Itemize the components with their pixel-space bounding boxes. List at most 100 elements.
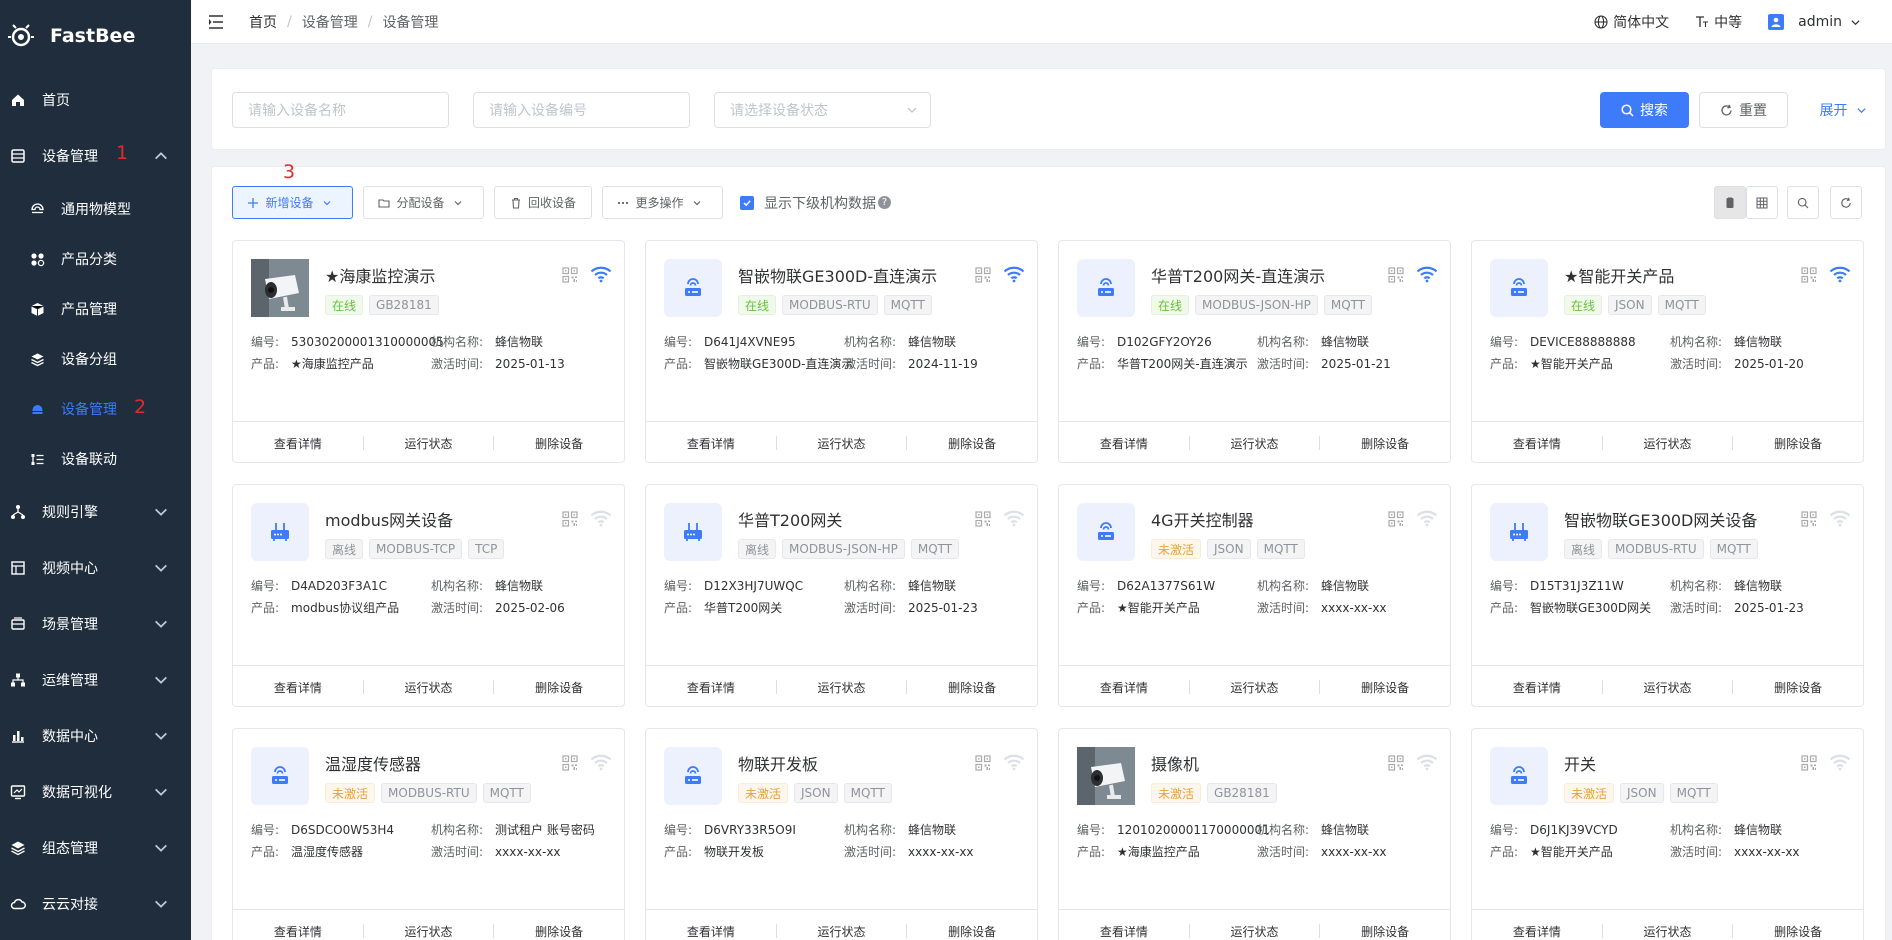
device-name[interactable]: 开关	[1564, 751, 1596, 775]
delete-device-button[interactable]: 删除设备	[1320, 679, 1450, 696]
font-size-switch[interactable]: 中等	[1695, 12, 1742, 32]
qrcode-icon[interactable]	[1388, 755, 1404, 771]
device-name[interactable]: 智嵌物联GE300D网关设备	[1564, 507, 1757, 531]
view-detail-button[interactable]: 查看详情	[233, 435, 363, 452]
running-status-button[interactable]: 运行状态	[777, 923, 907, 940]
sidebar-subitem-product[interactable]: 产品管理	[0, 284, 191, 334]
qrcode-icon[interactable]	[1801, 267, 1817, 283]
delete-device-button[interactable]: 删除设备	[1733, 435, 1863, 452]
device-number: 编号: 12010200001170000001	[1077, 821, 1270, 838]
reset-button[interactable]: 重置	[1699, 92, 1788, 128]
view-detail-button[interactable]: 查看详情	[1472, 679, 1602, 696]
assign-device-button[interactable]: 分配设备	[363, 186, 484, 219]
delete-device-button[interactable]: 删除设备	[494, 923, 624, 940]
sidebar-item-device-manage[interactable]: 设备管理 1	[0, 128, 191, 184]
view-detail-button[interactable]: 查看详情	[233, 679, 363, 696]
device-name[interactable]: 4G开关控制器	[1151, 507, 1254, 531]
view-detail-button[interactable]: 查看详情	[1472, 435, 1602, 452]
running-status-button[interactable]: 运行状态	[777, 435, 907, 452]
refresh-button[interactable]	[1830, 186, 1862, 219]
sidebar-item-data-vis[interactable]: 数据可视化	[0, 764, 191, 820]
sidebar-item-rule-engine[interactable]: 规则引擎	[0, 484, 191, 540]
view-detail-button[interactable]: 查看详情	[1059, 923, 1189, 940]
qrcode-icon[interactable]	[975, 755, 991, 771]
delete-device-button[interactable]: 删除设备	[494, 435, 624, 452]
view-detail-button[interactable]: 查看详情	[1059, 435, 1189, 452]
breadcrumb-home[interactable]: 首页	[249, 12, 277, 32]
running-status-button[interactable]: 运行状态	[364, 435, 494, 452]
folder-icon	[378, 197, 396, 209]
qrcode-icon[interactable]	[1801, 511, 1817, 527]
status-badge: 离线	[1564, 539, 1603, 559]
qrcode-icon[interactable]	[562, 755, 578, 771]
expand-button[interactable]: 展开	[1811, 92, 1881, 128]
sidebar-item-video-center[interactable]: 视频中心	[0, 540, 191, 596]
device-name[interactable]: 华普T200网关	[738, 507, 842, 531]
show-sub-org-checkbox[interactable]: 显示下级机构数据 ?	[740, 186, 891, 219]
device-status-select[interactable]: 请选择设备状态	[714, 92, 931, 128]
running-status-button[interactable]: 运行状态	[1603, 923, 1733, 940]
sidebar-item-data-center[interactable]: 数据中心	[0, 708, 191, 764]
view-detail-button[interactable]: 查看详情	[233, 923, 363, 940]
running-status-button[interactable]: 运行状态	[1190, 923, 1320, 940]
qrcode-icon[interactable]	[975, 511, 991, 527]
sidebar-subitem-group[interactable]: 设备分组	[0, 334, 191, 384]
help-icon[interactable]: ?	[878, 196, 891, 209]
sidebar-item-scada[interactable]: 组态管理	[0, 820, 191, 876]
device-name[interactable]: ★海康监控演示	[325, 263, 435, 287]
device-name-input[interactable]: 请输入设备名称	[232, 92, 449, 128]
device-name[interactable]: 摄像机	[1151, 751, 1199, 775]
running-status-button[interactable]: 运行状态	[364, 679, 494, 696]
delete-device-button[interactable]: 删除设备	[1733, 679, 1863, 696]
delete-device-button[interactable]: 删除设备	[494, 679, 624, 696]
qrcode-icon[interactable]	[562, 267, 578, 283]
delete-device-button[interactable]: 删除设备	[1733, 923, 1863, 940]
view-detail-button[interactable]: 查看详情	[1059, 679, 1189, 696]
search-button[interactable]: 搜索	[1600, 92, 1689, 128]
sidebar-subitem-device[interactable]: 设备管理 2	[0, 384, 191, 434]
recycle-device-button[interactable]: 回收设备	[494, 186, 592, 219]
add-device-button[interactable]: 新增设备	[232, 186, 353, 219]
view-detail-button[interactable]: 查看详情	[646, 679, 776, 696]
qrcode-icon[interactable]	[975, 267, 991, 283]
sidebar-item-ops[interactable]: 运维管理	[0, 652, 191, 708]
running-status-button[interactable]: 运行状态	[1603, 435, 1733, 452]
list-view-button[interactable]	[1746, 186, 1778, 219]
sidebar-subitem-linkage[interactable]: 设备联动	[0, 434, 191, 484]
running-status-button[interactable]: 运行状态	[1190, 679, 1320, 696]
view-detail-button[interactable]: 查看详情	[1472, 923, 1602, 940]
qrcode-icon[interactable]	[1388, 511, 1404, 527]
device-name[interactable]: 温湿度传感器	[325, 751, 421, 775]
device-name[interactable]: modbus网关设备	[325, 507, 453, 531]
more-actions-button[interactable]: 更多操作	[602, 186, 723, 219]
running-status-button[interactable]: 运行状态	[1603, 679, 1733, 696]
device-name[interactable]: 华普T200网关-直连演示	[1151, 263, 1325, 287]
user-menu[interactable]: admin	[1768, 14, 1866, 30]
delete-device-button[interactable]: 删除设备	[907, 923, 1037, 940]
running-status-button[interactable]: 运行状态	[1190, 435, 1320, 452]
language-switch[interactable]: 简体中文	[1594, 12, 1669, 32]
sidebar-subitem-model[interactable]: 通用物模型	[0, 184, 191, 234]
delete-device-button[interactable]: 删除设备	[907, 435, 1037, 452]
card-view-button[interactable]	[1714, 186, 1746, 219]
sidebar-subitem-category[interactable]: 产品分类	[0, 234, 191, 284]
view-detail-button[interactable]: 查看详情	[646, 923, 776, 940]
running-status-button[interactable]: 运行状态	[364, 923, 494, 940]
delete-device-button[interactable]: 删除设备	[907, 679, 1037, 696]
qrcode-icon[interactable]	[562, 511, 578, 527]
delete-device-button[interactable]: 删除设备	[1320, 435, 1450, 452]
qrcode-icon[interactable]	[1801, 755, 1817, 771]
sidebar-item-cloud[interactable]: 云云对接	[0, 876, 191, 932]
view-detail-button[interactable]: 查看详情	[646, 435, 776, 452]
device-number-input[interactable]: 请输入设备编号	[473, 92, 690, 128]
running-status-button[interactable]: 运行状态	[777, 679, 907, 696]
device-name[interactable]: 智嵌物联GE300D-直连演示	[738, 263, 937, 287]
hamburger-icon[interactable]	[207, 13, 225, 31]
delete-device-button[interactable]: 删除设备	[1320, 923, 1450, 940]
device-name[interactable]: ★智能开关产品	[1564, 263, 1674, 287]
sidebar-item-home[interactable]: 首页	[0, 72, 191, 128]
device-name[interactable]: 物联开发板	[738, 751, 818, 775]
sidebar-item-scene[interactable]: 场景管理	[0, 596, 191, 652]
toggle-search-button[interactable]	[1787, 186, 1819, 219]
qrcode-icon[interactable]	[1388, 267, 1404, 283]
